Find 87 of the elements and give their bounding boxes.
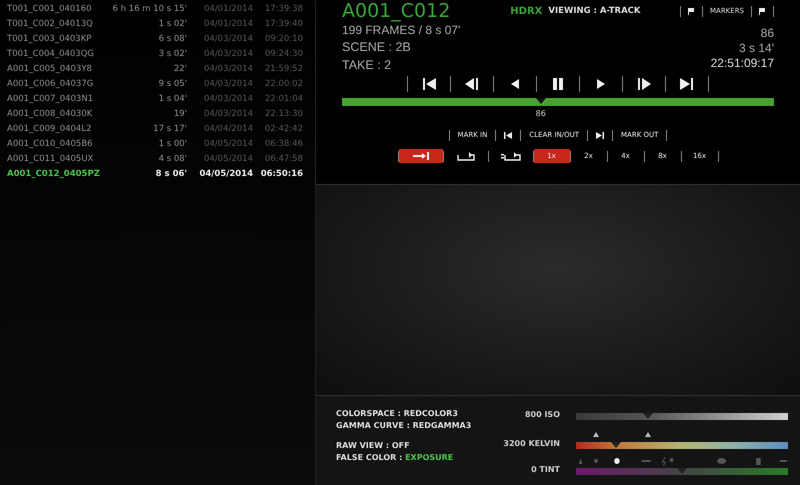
clip-name[interactable]: A001_C006_04037G <box>7 78 107 88</box>
clip-name[interactable]: A001_C010_0405B6 <box>7 138 107 148</box>
flag-icon <box>688 8 695 14</box>
kelvin-label: 3200 KELVIN <box>502 438 560 448</box>
clip-time: 06:38:46 <box>264 138 303 148</box>
skip-back-icon <box>504 132 512 138</box>
tick-marker-icon <box>645 432 652 437</box>
clip-duration: 1 s 04' <box>158 94 187 104</box>
clip-title: A001_C012 <box>342 0 450 22</box>
clip-time: 02:42:42 <box>264 124 303 134</box>
clip-duration: 17 s 17' <box>152 124 187 134</box>
scene-info: SCENE : 2B <box>342 39 411 56</box>
frame-number: 86 <box>760 26 774 41</box>
clip-time: 17:39:38 <box>264 4 303 14</box>
skip-forward-icon <box>678 77 696 91</box>
clip-duration: 1 s 02' <box>158 18 187 28</box>
slider-thumb[interactable] <box>677 468 687 474</box>
clip-duration: 22' <box>172 64 187 74</box>
loop-icon <box>456 152 474 160</box>
clip-date: 04/03/2014 <box>203 64 253 74</box>
clip-time: 21:59:52 <box>264 64 303 74</box>
clip-duration: 19' <box>172 108 187 118</box>
clip-name[interactable]: A001_C008_04030K <box>7 108 107 118</box>
clip-time: 22:00:02 <box>264 78 303 88</box>
timecode: 22:51:09:17 <box>710 56 774 71</box>
flag-icon <box>759 8 766 14</box>
clip-duration: 9 s 05' <box>158 78 187 88</box>
next-marker-button[interactable] <box>757 8 768 14</box>
clip-date: 04/05/2014 <box>203 138 253 148</box>
clip-duration: 8 s 06' <box>154 168 187 178</box>
clip-date: 04/03/2014 <box>203 94 253 104</box>
clip-duration: 1 s 00' <box>158 138 187 148</box>
clip-date: 04/03/2014 <box>203 34 253 44</box>
clip-date: 04/01/2014 <box>203 4 253 14</box>
gamma-curve-label: GAMMA CURVE : REDGAMMA3 <box>336 420 472 432</box>
clip-name[interactable]: T001_C001_040160 <box>7 4 107 14</box>
step-forward-icon <box>635 77 653 91</box>
slider-thumb[interactable] <box>611 442 622 448</box>
viewing-label: VIEWING : A-TRACK <box>548 6 640 16</box>
play-to-out-icon <box>412 152 428 160</box>
frames-info: 199 FRAMES / 8 s 07' <box>342 22 460 38</box>
clip-date: 04/03/2014 <box>203 78 253 88</box>
colorspace-label: COLORSPACE : REDCOLOR3 <box>336 408 459 420</box>
iso-label: 800 ISO <box>524 410 560 419</box>
playhead-marker[interactable] <box>536 98 546 104</box>
clip-time: 06:50:16 <box>260 168 303 178</box>
playhead-frame: 86 <box>536 109 546 118</box>
clip-duration: 6 h 16 m 10 s 15' <box>112 4 187 14</box>
tint-label: 0 TINT <box>530 464 560 474</box>
tint-slider[interactable] <box>576 468 788 475</box>
false-color-label: FALSE COLOR : EXPOSURE <box>336 452 454 464</box>
elapsed-time: 3 s 14' <box>739 41 774 56</box>
step-back-icon <box>463 77 481 91</box>
loop-range-icon <box>500 152 520 160</box>
clip-date: 04/05/2014 <box>198 168 253 178</box>
clip-name[interactable]: T001_C002_04013Q <box>7 18 107 28</box>
clip-date: 04/01/2014 <box>203 18 253 28</box>
clip-time: 06:47:58 <box>264 154 303 164</box>
clip-name[interactable]: A001_C005_0403Y8 <box>7 64 107 74</box>
skip-back-icon <box>420 77 438 91</box>
clip-date: 04/03/2014 <box>203 108 253 118</box>
slider-thumb[interactable] <box>643 413 654 419</box>
clip-time: 17:39:40 <box>264 18 303 28</box>
skip-forward-icon <box>596 132 604 138</box>
clip-name[interactable]: A001_C011_0405UX <box>7 154 107 164</box>
clip-date: 04/03/2014 <box>203 48 253 58</box>
tick-marker-icon <box>592 432 599 437</box>
clip-name[interactable]: A001_C009_0404L2 <box>7 124 107 134</box>
clip-name[interactable]: A001_C012_0405PZ <box>7 168 107 178</box>
clip-duration: 4 s 08' <box>158 154 187 164</box>
clip-name[interactable]: T001_C004_0403QG <box>7 48 107 58</box>
clip-name[interactable]: A001_C007_0403N1 <box>7 94 107 104</box>
clip-time: 09:24:30 <box>264 48 303 58</box>
raw-view-label: RAW VIEW : OFF <box>336 440 411 452</box>
clip-time: 09:20:10 <box>264 34 303 44</box>
clip-date: 04/05/2014 <box>203 154 253 164</box>
mode-label: HDRX <box>510 6 542 16</box>
clip-date: 04/04/2014 <box>203 124 253 134</box>
clip-time: 22:01:04 <box>264 94 303 104</box>
clip-duration: 3 s 02' <box>158 48 187 58</box>
clip-duration: 6 s 08' <box>158 34 187 44</box>
take-info: TAKE : 2 <box>342 57 392 74</box>
clip-time: 22:13:30 <box>264 108 303 118</box>
light-presets-icon <box>576 456 788 466</box>
timeline-track[interactable] <box>342 98 774 106</box>
previous-marker-button[interactable] <box>686 8 697 14</box>
clip-name[interactable]: T001_C003_0403KP <box>7 34 107 44</box>
